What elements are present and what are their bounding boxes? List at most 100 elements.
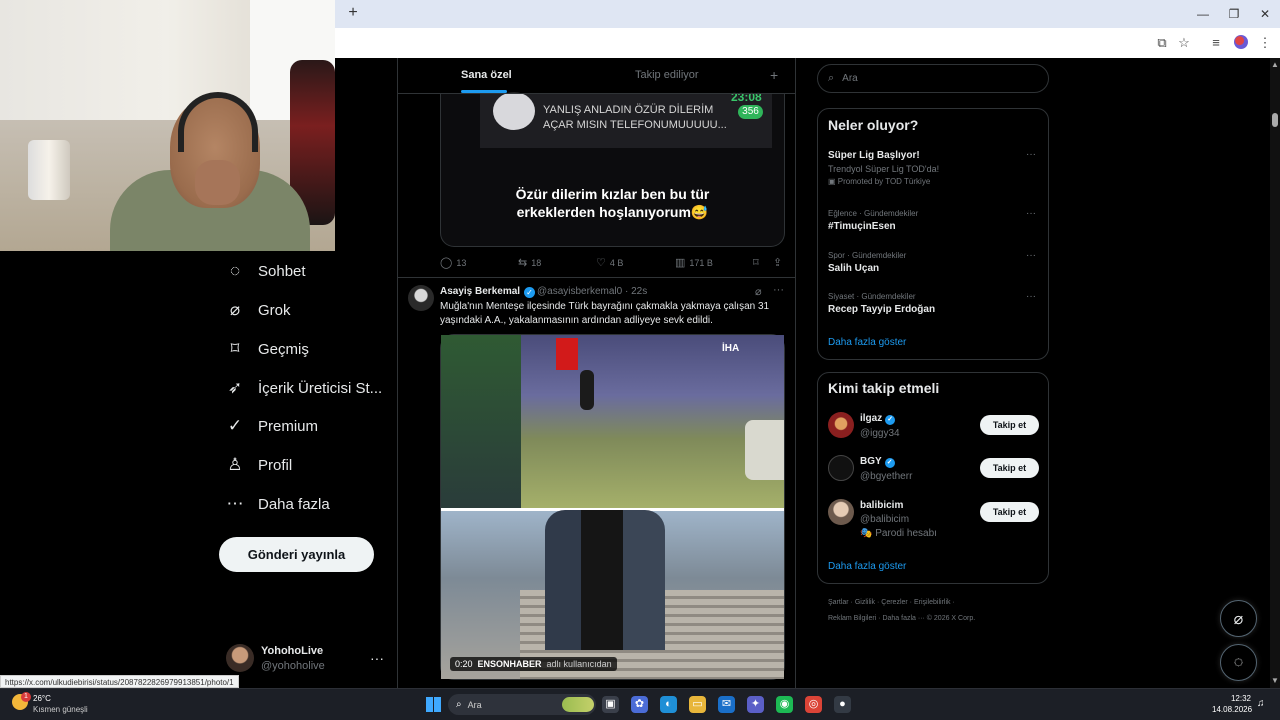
scrollbar-thumb[interactable]	[1272, 113, 1278, 127]
account-handle: @yohoholive	[261, 660, 325, 672]
trend-item[interactable]: Eğlence · Gündemdekiler #TimuçinEsen	[828, 209, 918, 232]
weather-description[interactable]: Kısmen güneşli	[33, 705, 88, 714]
tweet-handle-time[interactable]: @asayisberkemal0 · 22s	[537, 286, 647, 297]
more-icon[interactable]: ···	[773, 284, 784, 296]
scroll-up-icon[interactable]: ▲	[1271, 60, 1279, 69]
grok-icon: ⌀	[229, 300, 241, 319]
avatar[interactable]	[828, 455, 854, 481]
chat-text-line: AÇAR MISIN TELEFONUMUUUUU...	[543, 119, 727, 131]
outlook-icon[interactable]: ✉	[718, 696, 735, 713]
trend-more-icon[interactable]: ···	[1026, 291, 1036, 302]
file-explorer-icon[interactable]: ▭	[689, 696, 706, 713]
flag-image	[556, 338, 578, 370]
parody-label: 🎭 Parodi hesabı	[860, 528, 937, 539]
menu-icon[interactable]: ⋮	[1256, 34, 1274, 52]
reply-icon: ◯	[440, 257, 453, 269]
reply-button[interactable]: ◯ 13	[440, 256, 466, 269]
trend-item[interactable]: Siyaset · Gündemdekiler Recep Tayyip Erd…	[828, 292, 935, 315]
close-icon[interactable]: ✕	[1253, 4, 1277, 24]
copilot-icon[interactable]: ✿	[631, 696, 648, 713]
sidebar-item-label: Profil	[258, 456, 293, 474]
sidebar-item-creator-studio[interactable]: ➶ İçerik Üreticisi St...	[226, 375, 382, 401]
trends-show-more-link[interactable]: Daha fazla göster	[828, 337, 906, 348]
search-highlight-image	[562, 697, 594, 712]
clock-date[interactable]: 14.08.2026	[1212, 705, 1252, 714]
avatar[interactable]	[828, 412, 854, 438]
like-button[interactable]: ♡ 4 B	[596, 256, 623, 269]
edge-icon[interactable]: ◐	[660, 696, 677, 713]
view-count: 171 B	[689, 257, 713, 268]
tweet-text: Muğla'nın Menteşe ilçesinde Türk bayrağı…	[440, 301, 770, 326]
follow-button[interactable]: Takip et	[980, 415, 1039, 435]
messages-floating-button[interactable]: ◌	[1220, 644, 1257, 681]
trend-more-icon[interactable]: ···	[1026, 250, 1036, 261]
share-button[interactable]: ⇪	[773, 256, 782, 269]
sidebar-item-premium[interactable]: ✓ Premium	[226, 413, 318, 439]
chrome-icon[interactable]: ◎	[805, 696, 822, 713]
clock-time[interactable]: 12:32	[1220, 694, 1251, 703]
footer-links[interactable]: Şartlar · Gizlilik · Çerezler · Erişileb…	[828, 599, 955, 606]
install-app-icon[interactable]: ⧉	[1153, 34, 1171, 52]
suggested-user[interactable]: balibicim @balibicim 🎭 Parodi hesabı	[860, 500, 937, 539]
grok-floating-button[interactable]: ⌀	[1220, 600, 1257, 637]
grok-icon[interactable]: ⌀	[755, 285, 762, 298]
suggested-user[interactable]: ilgaz ✓ @iggy34	[860, 413, 900, 439]
avatar[interactable]	[226, 644, 254, 672]
tab-following[interactable]: Takip ediliyor	[635, 69, 699, 81]
sidebar-item-label: Sohbet	[258, 262, 306, 280]
search-input[interactable]: ⌕ Ara	[817, 64, 1049, 93]
avatar[interactable]	[828, 499, 854, 525]
minimize-icon[interactable]: —	[1191, 4, 1215, 24]
sidebar-item-label: Grok	[258, 301, 291, 319]
share-icon: ⇪	[773, 257, 783, 269]
video-source[interactable]: ENSONHABER	[478, 659, 542, 669]
post-button[interactable]: Gönderi yayınla	[219, 537, 374, 572]
views-chart-icon: ▥	[675, 257, 686, 269]
add-tab-button[interactable]: +	[770, 67, 778, 83]
new-tab-button[interactable]: +	[345, 5, 361, 21]
views-button[interactable]: ▥ 171 B	[675, 256, 713, 269]
tweet-author-name[interactable]: Asayiş Berkemal	[440, 286, 520, 297]
trend-more-icon[interactable]: ···	[1026, 149, 1036, 160]
video-person	[580, 370, 594, 410]
avatar[interactable]	[408, 285, 434, 311]
trend-subtitle: Trendyol Süper Lig TOD'da!	[828, 164, 940, 174]
webcam-overlay	[0, 0, 335, 251]
media-controls-icon[interactable]: ≡	[1207, 34, 1225, 52]
sidebar-item-chat[interactable]: ◌ Sohbet	[226, 258, 306, 284]
weather-temperature[interactable]: 26°C	[33, 694, 51, 703]
spotify-icon[interactable]: ◉	[776, 696, 793, 713]
user-name: balibicim	[860, 500, 904, 511]
sidebar-item-grok[interactable]: ⌀ Grok	[226, 297, 291, 323]
suggested-user[interactable]: BGY ✓ @bgyetherr	[860, 456, 912, 482]
scroll-down-icon[interactable]: ▼	[1271, 676, 1279, 685]
trend-item[interactable]: Süper Lig Başlıyor! Trendyol Süper Lig T…	[828, 150, 939, 186]
windows-start-icon[interactable]	[426, 697, 441, 712]
video-wall	[441, 335, 521, 508]
trend-more-icon[interactable]: ···	[1026, 208, 1036, 219]
account-more-icon[interactable]: ···	[370, 650, 384, 666]
profile-icon[interactable]	[1234, 35, 1248, 49]
user-handle: @iggy34	[860, 428, 900, 439]
teams-icon[interactable]: ✦	[747, 696, 764, 713]
sidebar-item-profile[interactable]: ♙ Profil	[226, 452, 292, 478]
bookmark-button[interactable]: ⌑	[753, 256, 759, 269]
trend-category: Eğlence · Gündemdekiler	[828, 209, 919, 218]
search-icon: ⌕	[456, 699, 462, 710]
follow-button[interactable]: Takip et	[980, 458, 1039, 478]
app-icon[interactable]: ●	[834, 696, 851, 713]
follow-button[interactable]: Takip et	[980, 502, 1039, 522]
sidebar-item-more[interactable]: ⋯ Daha fazla	[226, 491, 330, 517]
search-icon: ⌕	[828, 72, 835, 84]
repost-button[interactable]: ⇆ 18	[518, 256, 541, 269]
footer-links[interactable]: Reklam Bilgileri · Daha fazla ··· © 2026…	[828, 615, 975, 622]
bookmark-star-icon[interactable]: ☆	[1175, 34, 1193, 52]
who-to-follow-show-more-link[interactable]: Daha fazla göster	[828, 561, 906, 572]
sidebar-item-history[interactable]: ⌑ Geçmiş	[226, 336, 309, 362]
tab-for-you[interactable]: Sana özel	[461, 69, 512, 81]
trend-item[interactable]: Spor · Gündemdekiler Salih Uçan	[828, 251, 906, 274]
restore-icon[interactable]: ❐	[1222, 4, 1246, 24]
scrollbar[interactable]	[1270, 58, 1280, 688]
notification-bell-icon[interactable]: ♫	[1257, 698, 1265, 709]
task-view-icon[interactable]: ▣	[602, 696, 619, 713]
